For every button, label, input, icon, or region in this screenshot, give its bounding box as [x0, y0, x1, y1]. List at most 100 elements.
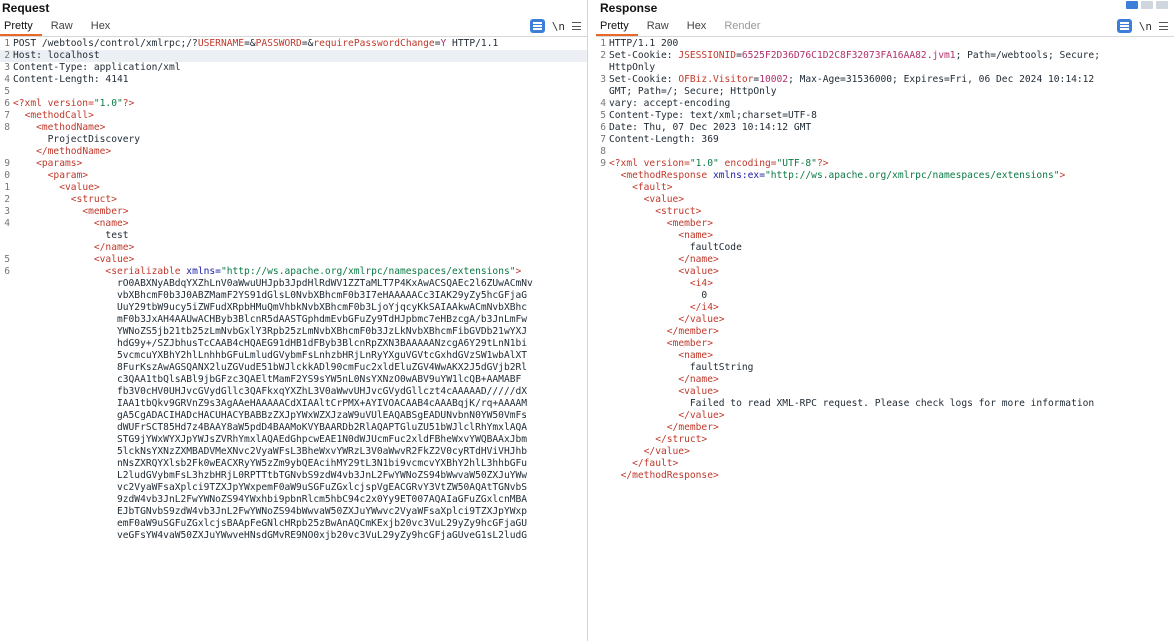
- request-tab-raw[interactable]: Raw: [42, 16, 82, 36]
- layout-split-icon[interactable]: [1126, 1, 1138, 9]
- request-tab-hex[interactable]: Hex: [82, 16, 120, 36]
- line-number: 9: [600, 158, 606, 169]
- code-line: L2ludGVybmFsL3hzbHRjL0RPTTtbTGNvbS9zdW4v…: [0, 470, 587, 482]
- code-line: dWUFrSCT85Hd7z4BAAY8aW5pdD4BAAMoKVYBAARD…: [0, 422, 587, 434]
- layout-vertical-icon[interactable]: [1156, 1, 1168, 9]
- line-code: <param>: [0, 170, 88, 181]
- line-code: <value>: [596, 386, 718, 397]
- token-text: Set-Cookie:: [609, 50, 679, 61]
- line-number: 7: [4, 110, 10, 121]
- response-tabbar: Pretty Raw Hex Render \n: [596, 16, 1174, 37]
- line-code: Date: Thu, 07 Dec 2023 10:14:12 GMT: [596, 122, 811, 133]
- request-title: Request: [2, 1, 50, 15]
- line-code: HttpOnly: [596, 62, 655, 73]
- code-line: 5 Content-Type: text/xml;charset=UTF-8: [596, 110, 1174, 122]
- token-tag: <?xml version=: [13, 98, 94, 109]
- response-tab-raw[interactable]: Raw: [638, 16, 678, 36]
- line-code: gA5CgADACIHADcHACUHACYBABBzZXJpYWxWZXJza…: [0, 410, 527, 421]
- line-code: <member>: [596, 338, 713, 349]
- code-line: 4 Content-Length: 4141: [0, 74, 587, 86]
- response-tab-render[interactable]: Render: [715, 16, 769, 36]
- token-text: vc2VyaWFsaXplci9TZXJpYWxpemF0aW9uSGFuZGx…: [13, 482, 528, 493]
- code-line: 9 <?xml version="1.0" encoding="UTF-8"?>: [596, 158, 1174, 170]
- line-code: <member>: [0, 206, 129, 217]
- line-code: <fault>: [596, 182, 672, 193]
- code-line: UuY29tbW9ucy5iZWFudXRpbHMuQmVhbkNvbXBhcm…: [0, 302, 587, 314]
- token-qname: requirePasswordChange: [313, 38, 435, 49]
- layout-toggle[interactable]: [1126, 1, 1168, 9]
- token-text: emF0aW9uSGFuZGxlcjsBAApFeGNlcHRpb25zBwAn…: [13, 518, 528, 529]
- show-newlines-button[interactable]: \n: [1139, 20, 1152, 33]
- code-line: IAA1tbQkv9GRVnZ9s3AgAAeHAAAAACdXIAAltCrP…: [0, 398, 587, 410]
- line-number: 6: [4, 98, 10, 109]
- line-code: rO0ABXNyABdqYXZhLnV0aWwuUHJpb3JpdHlRdWV1…: [0, 278, 533, 289]
- line-code: Content-Type: application/xml: [0, 62, 181, 73]
- token-tag: <name>: [93, 218, 129, 229]
- token-tag: <params>: [36, 158, 83, 169]
- token-text: rO0ABXNyABdqYXZhLnV0aWwuUHJpb3JpdHlRdWV1…: [13, 278, 533, 289]
- token-text: ; Max-Age=31536000; Expires=Fri, 06 Dec …: [788, 74, 1095, 85]
- message-editor-icon[interactable]: [1116, 19, 1132, 33]
- line-code: vbXBhcmF0b3J0ABZMamF2YS91dGlsL0NvbXBhcmF…: [0, 290, 527, 301]
- response-tab-pretty[interactable]: Pretty: [596, 16, 638, 36]
- token-tag: </name>: [678, 374, 719, 385]
- code-line: </name>: [0, 242, 587, 254]
- code-line: 1 <value>: [0, 182, 587, 194]
- token-text: mF0b3JxAH4AAUwACHByb3BlcnR5dAASTGphdmEvb…: [13, 314, 528, 325]
- line-code: <name>: [596, 350, 713, 361]
- menu-icon[interactable]: [572, 22, 581, 30]
- code-line: STG9jYWxWYXJpYWJsZVRhYmxlAQAEdGhpcwEAE1N…: [0, 434, 587, 446]
- code-line: EJbTGNvbS9zdW4vb3JnL2FwYWNoZS94bWwvaW50Z…: [0, 506, 587, 518]
- token-tag: </value>: [678, 410, 725, 421]
- code-line: 2 <struct>: [0, 194, 587, 206]
- token-tag: <i4>: [689, 278, 713, 289]
- request-toolbar: \n: [529, 18, 581, 34]
- code-line: ProjectDiscovery: [0, 134, 587, 146]
- code-line: </name>: [596, 374, 1174, 386]
- code-line: emF0aW9uSGFuZGxlcjsBAApFeGNlcHRpb25zBwAn…: [0, 518, 587, 530]
- code-line: </member>: [596, 422, 1174, 434]
- token-text: dWUFrSCT85Hd7z4BAAY8aW5pdD4BAAMoKVYBAARD…: [13, 422, 528, 433]
- token-text: faultString: [609, 362, 754, 373]
- request-editor[interactable]: 1 POST /webtools/control/xmlrpc;/?USERNAM…: [0, 38, 587, 641]
- line-code: Content-Length: 369: [596, 134, 719, 145]
- line-code: veGFsYW4vaW50ZXJuYWwveHNsdGMvRE9NO0xjb20…: [0, 530, 527, 541]
- message-editor-icon[interactable]: [529, 19, 545, 33]
- line-number: 5: [600, 110, 606, 121]
- code-line: <member>: [596, 338, 1174, 350]
- token-tag: <?xml version=: [609, 158, 690, 169]
- response-tab-hex[interactable]: Hex: [678, 16, 716, 36]
- request-tab-pretty[interactable]: Pretty: [0, 16, 42, 36]
- menu-icon[interactable]: [1159, 22, 1168, 30]
- code-line: 6 <serializable xmlns="http://ws.apache.…: [0, 266, 587, 278]
- code-line: gA5CgADACIHADcHACUHACYBABBzZXJpYWxWZXJza…: [0, 410, 587, 422]
- token-tag: <value>: [59, 182, 100, 193]
- token-tag: >: [515, 266, 522, 277]
- token-text: 5vcmcuYXBhY2hlLnhhbGFuLmludGVybmFsLnhzbH…: [13, 350, 528, 361]
- line-code: <value>: [596, 194, 684, 205]
- line-number: 0: [4, 170, 10, 181]
- response-editor[interactable]: 1 HTTP/1.1 200 2 Set-Cookie: JSESSIONID=652…: [596, 38, 1174, 641]
- line-code: faultCode: [596, 242, 742, 253]
- code-line: <name>: [596, 350, 1174, 362]
- token-tag: <member>: [82, 206, 129, 217]
- token-text: 5lckNsYXNzZXMBADVMeXNvc2VyaWFsL3BheWxvYW…: [13, 446, 528, 457]
- token-text: 8FurKszAwAGSQANX2luZGVudE51bWJlckkADl90c…: [13, 362, 528, 373]
- line-code: L2ludGVybmFsL3hzbHRjL0RPTTtbTGNvbS9zdW4v…: [0, 470, 527, 481]
- show-newlines-button[interactable]: \n: [552, 20, 565, 33]
- token-tag: encoding=: [718, 158, 777, 169]
- code-line: </value>: [596, 446, 1174, 458]
- line-code: </value>: [596, 314, 724, 325]
- layout-horizontal-icon[interactable]: [1141, 1, 1153, 9]
